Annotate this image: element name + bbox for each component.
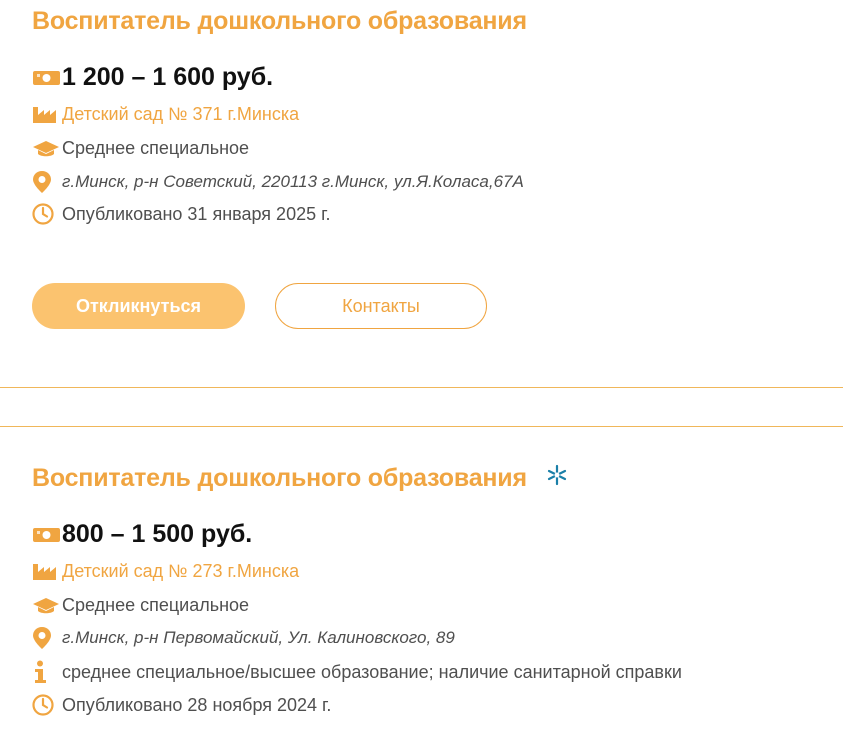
sparkle-icon (546, 464, 568, 493)
company-row: Детский сад № 273 г.Минска (32, 559, 299, 583)
salary: 800 – 1 500 руб. (62, 520, 253, 548)
published-date: Опубликовано 31 января 2025 г. (62, 203, 331, 224)
vacancy-title-link[interactable]: Воспитатель дошкольного образования (32, 7, 527, 35)
money-icon (32, 66, 62, 90)
vacancy-title[interactable]: Воспитатель дошкольного образования (32, 7, 527, 36)
published-row: Опубликовано 31 января 2025 г. (32, 202, 330, 226)
money-icon (32, 523, 62, 547)
vacancy-title[interactable]: Воспитатель дошкольного образования (32, 464, 568, 494)
address: г.Минск, р-н Первомайский, Ул. Калиновск… (62, 628, 455, 647)
salary: 1 200 – 1 600 руб. (62, 63, 274, 91)
company-link[interactable]: Детский сад № 273 г.Минска (62, 561, 299, 582)
company-link[interactable]: Детский сад № 371 г.Минска (62, 104, 299, 125)
education-row: Среднее специальное (32, 136, 249, 160)
published-row: Опубликовано 28 ноября 2024 г. (32, 693, 331, 717)
requirements: среднее специальное/высшее образование; … (62, 661, 682, 682)
education: Среднее специальное (62, 594, 250, 615)
salary-row: 1 200 – 1 600 руб. (32, 63, 273, 92)
divider (0, 387, 843, 388)
factory-icon (32, 102, 62, 126)
address-row: г.Минск, р-н Первомайский, Ул. Калиновск… (32, 626, 455, 650)
apply-button[interactable]: Откликнуться (32, 283, 245, 329)
factory-icon (32, 559, 62, 583)
education-row: Среднее специальное (32, 593, 249, 617)
address: г.Минск, р-н Советский, 220113 г.Минск, … (62, 172, 524, 191)
graduation-cap-icon (32, 593, 62, 617)
requirements-row: среднее специальное/высшее образование; … (32, 660, 682, 684)
published-date: Опубликовано 28 ноября 2024 г. (62, 694, 332, 715)
info-icon (32, 660, 62, 684)
contacts-button[interactable]: Контакты (275, 283, 487, 329)
clock-icon (32, 693, 62, 717)
education: Среднее специальное (62, 137, 250, 158)
company-row: Детский сад № 371 г.Минска (32, 102, 299, 126)
vacancy-title-link[interactable]: Воспитатель дошкольного образования (32, 464, 527, 492)
location-pin-icon (32, 170, 62, 194)
location-pin-icon (32, 626, 62, 650)
clock-icon (32, 202, 62, 226)
divider (0, 426, 843, 427)
salary-row: 800 – 1 500 руб. (32, 520, 252, 549)
graduation-cap-icon (32, 136, 62, 160)
address-row: г.Минск, р-н Советский, 220113 г.Минск, … (32, 170, 524, 194)
